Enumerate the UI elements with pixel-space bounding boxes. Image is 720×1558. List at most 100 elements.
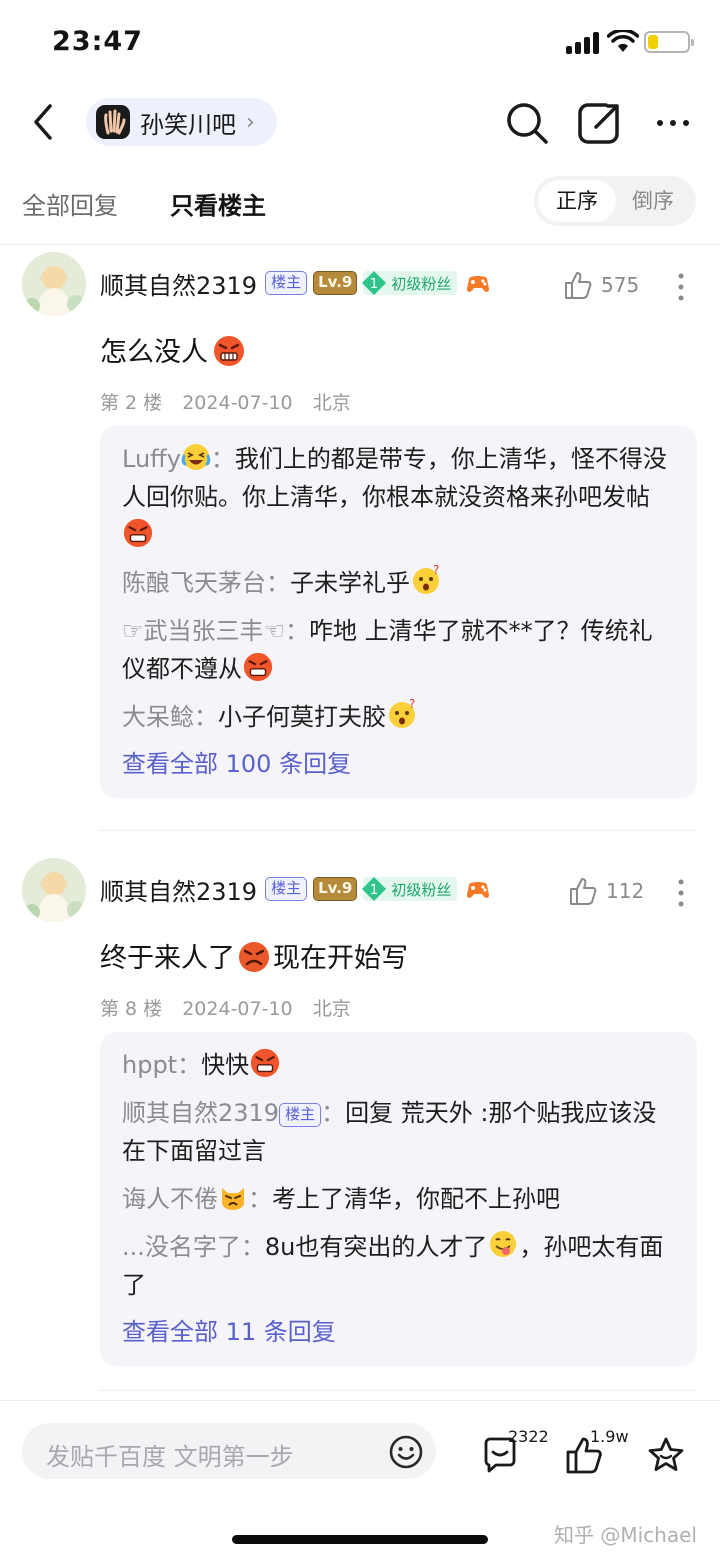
view-all-replies-link[interactable]: 查看全部 100 条回复 (122, 746, 675, 782)
angry-emoji-icon (214, 335, 244, 366)
post-meta: 第 8 楼 2024-07-10 北京 (100, 994, 365, 1021)
reply-item: ...没名字了：8u也有突出的人才了 ，孙吧太有面了 (122, 1228, 675, 1304)
reply-box[interactable]: hppt：快快 顺其自然2319 楼主 ：回复 荒天外 :那个贴我应该没在下面留过言… (100, 1032, 697, 1366)
post-location: 北京 (312, 392, 351, 414)
like-count: 112 (606, 879, 645, 903)
watermark: 知乎 @Michael (554, 1523, 697, 1547)
reply-author[interactable]: 诲人不倦 (122, 1185, 218, 1213)
reply-author[interactable]: ☞武当张三丰☜ (122, 617, 285, 645)
tab-owner-only[interactable]: 只看楼主 (170, 186, 266, 221)
forum-name: 孙笑川吧 (140, 110, 236, 139)
fan-gem-icon: 1 (361, 270, 387, 296)
top-nav-bar: 孙笑川吧 › (0, 86, 720, 160)
bottom-bar: 发贴千百度 文明第一步 2322 1.9w 知乎 @Michael (0, 1400, 720, 1558)
reply-text: 小子何莫打夫胶 (218, 703, 386, 731)
divider (0, 244, 720, 245)
grumpy-emoji-icon (239, 941, 269, 972)
tongue-out-emoji-icon (490, 1231, 517, 1257)
home-indicator[interactable] (232, 1535, 488, 1544)
reply-item: Luffy ：我们上的都是带专，你上清华，怪不得没人回你贴。你上清华，你根本就没资… (122, 440, 675, 554)
avatar[interactable] (22, 858, 86, 922)
order-asc-button[interactable]: 正序 (538, 180, 616, 222)
reply-separator: ： (266, 569, 290, 597)
more-icon[interactable] (654, 100, 700, 146)
author-name[interactable]: 顺其自然2319 (100, 266, 257, 301)
status-time: 23:47 (52, 26, 143, 57)
reply-separator: ： (248, 1185, 272, 1213)
floor-number: 第 8 楼 (100, 998, 163, 1020)
svg-text:?: ? (409, 698, 415, 711)
author-name[interactable]: 顺其自然2319 (100, 872, 257, 907)
avatar[interactable] (22, 252, 86, 316)
gamepad-icon (467, 276, 490, 292)
fan-badge: 1 初级粉丝 (362, 877, 458, 901)
compose-placeholder: 发贴千百度 文明第一步 (46, 1443, 294, 1471)
author-line: 顺其自然2319 楼主 Lv.9 1 初级粉丝 (100, 872, 491, 906)
emoji-icon[interactable] (388, 1434, 424, 1470)
view-all-replies-link[interactable]: 查看全部 11 条回复 (122, 1314, 675, 1350)
reply-item: hppt：快快 (122, 1046, 675, 1084)
confused-emoji-icon: ? (413, 564, 439, 594)
post-date: 2024-07-10 (182, 998, 293, 1020)
reply-author[interactable]: 顺其自然2319 (122, 1099, 279, 1127)
floor-number: 第 2 楼 (100, 392, 163, 414)
reply-author[interactable]: hppt (122, 1051, 177, 1079)
post-text: 怎么没人 (100, 337, 208, 368)
order-toggle: 正序 倒序 (534, 176, 696, 226)
reply-author[interactable]: 大呆鲶 (122, 703, 194, 731)
post-divider (100, 1390, 697, 1391)
cellular-signal-icon (566, 32, 602, 54)
reply-author[interactable]: Luffy (122, 445, 181, 473)
post-content: 怎么没人 (100, 330, 246, 369)
reply-text: 考上了清华，你配不上孙吧 (272, 1185, 560, 1213)
post-meta: 第 2 楼 2024-07-10 北京 (100, 388, 365, 415)
like-button[interactable]: 112 (568, 876, 644, 906)
post-location: 北京 (312, 998, 351, 1020)
angry-cat-emoji-icon (222, 1188, 244, 1210)
svg-text:?: ? (433, 564, 439, 577)
reply-box[interactable]: Luffy ：我们上的都是带专，你上清华，怪不得没人回你贴。你上清华，你根本就没资… (100, 426, 697, 798)
like-icon (570, 878, 597, 905)
fan-badge: 1 初级粉丝 (361, 270, 458, 296)
post-more-icon[interactable] (676, 878, 686, 908)
post-text: 现在开始写 (273, 943, 408, 974)
reply-author[interactable]: ...没名字了 (122, 1233, 241, 1261)
compose-input[interactable]: 发贴千百度 文明第一步 (22, 1423, 436, 1479)
status-bar: 23:47 (0, 0, 720, 86)
forum-link[interactable]: 孙笑川吧 › (86, 98, 277, 146)
share-icon[interactable] (576, 100, 622, 146)
post-date: 2024-07-10 (182, 392, 293, 414)
post-item: 顺其自然2319 楼主 Lv.9 1 初级粉丝 575 怎么没人 第 2 楼 2… (0, 252, 720, 822)
reply-item: 诲人不倦 ：考上了清华，你配不上孙吧 (122, 1180, 675, 1218)
reply-text: 子未学礼乎 (290, 569, 410, 597)
post-more-icon[interactable] (676, 272, 686, 302)
star-icon[interactable] (646, 1435, 686, 1475)
reply-author[interactable]: 陈酿飞天茅台 (122, 569, 266, 597)
reply-separator: ： (240, 1233, 265, 1261)
laughing-crying-emoji-icon (181, 444, 211, 470)
level-badge: Lv.9 (313, 271, 358, 295)
comment-count: 2322 (508, 1427, 549, 1446)
like-count: 1.9w (590, 1427, 629, 1446)
angry-emoji-icon (123, 518, 153, 548)
like-icon (565, 272, 592, 299)
reply-separator: ： (321, 1099, 346, 1127)
order-desc-button[interactable]: 倒序 (614, 180, 692, 222)
battery-icon (644, 31, 694, 53)
chevron-right-icon: › (246, 109, 255, 135)
gamepad-icon (467, 882, 490, 898)
forum-avatar (96, 105, 130, 139)
wifi-icon (607, 30, 639, 52)
confused-emoji-icon: ? (389, 698, 415, 728)
fan-level: 1 (370, 883, 378, 898)
tab-all-replies[interactable]: 全部回复 (22, 186, 118, 221)
like-button[interactable]: 575 (563, 270, 639, 300)
filter-row: 全部回复 只看楼主 正序 倒序 (0, 172, 720, 232)
author-line: 顺其自然2319 楼主 Lv.9 1 初级粉丝 (100, 266, 491, 300)
search-icon[interactable] (504, 100, 550, 146)
back-icon[interactable] (26, 100, 64, 144)
owner-badge: 楼主 (279, 1103, 322, 1127)
reply-item: 顺其自然2319 楼主 ：回复 荒天外 :那个贴我应该没在下面留过言 (122, 1094, 675, 1170)
fan-level: 1 (370, 277, 378, 292)
post-text: 终于来人了 (100, 943, 235, 974)
